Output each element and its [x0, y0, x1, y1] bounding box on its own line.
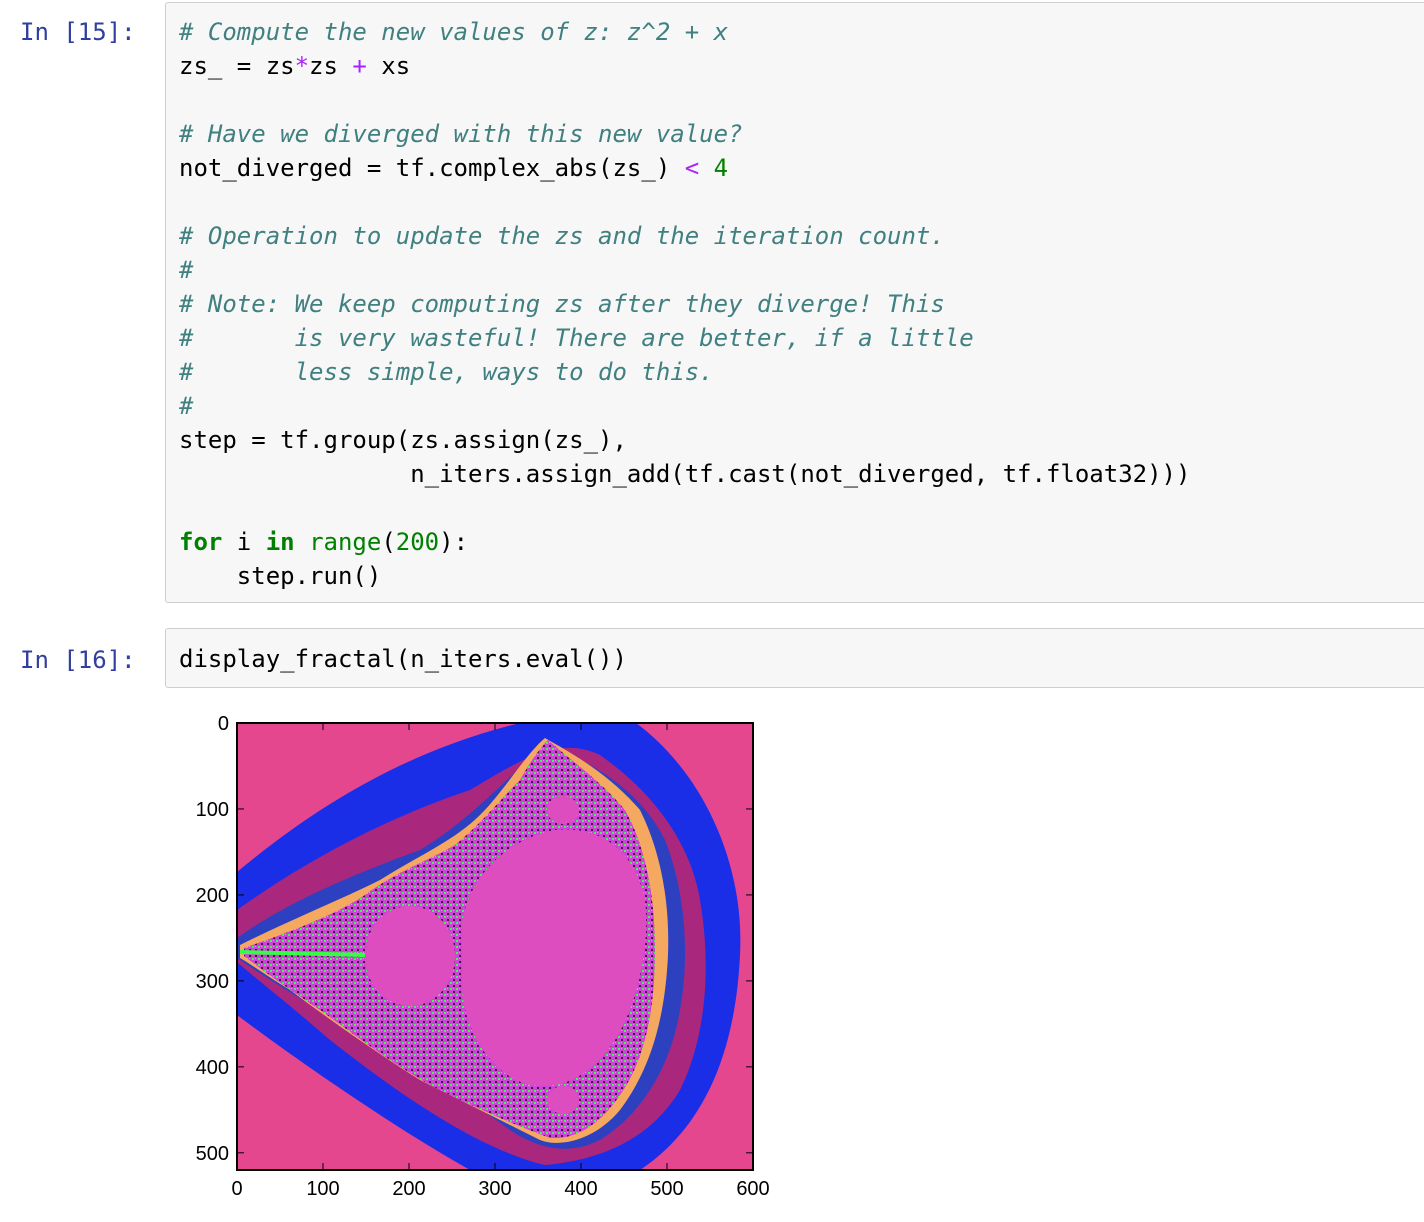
code-line: zs_ = zs*zs + xs — [179, 49, 1190, 83]
x-tick-label: 100 — [306, 1178, 339, 1200]
code-line: n_iters.assign_add(tf.cast(not_diverged,… — [179, 457, 1190, 491]
fractal-image — [237, 723, 753, 1170]
y-tick-label: 400 — [196, 1057, 229, 1079]
code-token: ( — [381, 528, 396, 556]
input-prompt: In [16]: — [20, 646, 136, 674]
fractal-plot: 0 100 200 300 400 500 600 0 100 200 300 400 500 — [196, 713, 770, 1200]
code-token: # Note: We keep computing zs after they … — [179, 290, 945, 318]
code-token: for — [179, 528, 223, 556]
code-token: display_fractal(n_iters.eval()) — [179, 645, 627, 673]
code-token: zs_ = zs — [179, 52, 295, 80]
x-tick-label: 200 — [392, 1178, 425, 1200]
code-token: 200 — [395, 528, 440, 556]
x-tick-label: 400 — [564, 1178, 597, 1200]
code-token: # — [179, 392, 194, 420]
code-line: # — [179, 389, 1190, 423]
code-line: for i in range(200): — [179, 525, 1190, 559]
code-line: step = tf.group(zs.assign(zs_), — [179, 423, 1190, 457]
code-token: zs — [309, 52, 353, 80]
code-token: n_iters.assign_add(tf.cast(not_diverged,… — [179, 460, 1191, 488]
code-token: + — [352, 52, 367, 80]
code-line: # Compute the new values of z: z^2 + x — [179, 15, 1190, 49]
code-editor[interactable]: display_fractal(n_iters.eval()) — [165, 628, 1424, 688]
y-tick-label: 300 — [196, 971, 229, 993]
code-line: # Note: We keep computing zs after they … — [179, 287, 1190, 321]
y-tick-label: 0 — [218, 713, 229, 735]
y-tick-label: 500 — [196, 1143, 229, 1165]
code-token: < — [684, 154, 700, 182]
code-line: display_fractal(n_iters.eval()) — [179, 642, 627, 676]
mandelbrot-bulb-bottom — [547, 1086, 579, 1114]
y-tick-label: 200 — [196, 885, 229, 907]
code-token: i — [222, 528, 266, 556]
code-line: # Have we diverged with this new value? — [179, 117, 1190, 151]
code-text: display_fractal(n_iters.eval()) — [179, 642, 627, 676]
code-line: # — [179, 253, 1190, 287]
code-line: step.run() — [179, 559, 1190, 593]
code-token: not_diverged = tf.complex_abs(zs_) — [179, 154, 685, 182]
code-token: # Have we diverged with this new value? — [179, 120, 743, 148]
code-editor[interactable]: # Compute the new values of z: z^2 + x zs… — [165, 2, 1424, 603]
code-line: # is very wasteful! There are better, if… — [179, 321, 1190, 355]
code-token: # — [179, 256, 194, 284]
x-tick-label: 600 — [736, 1178, 769, 1200]
mandelbrot-bulb-top — [547, 796, 579, 824]
code-token: # less simple, ways to do this. — [179, 358, 714, 386]
code-line: # Operation to update the zs and the ite… — [179, 219, 1190, 253]
code-token: in — [265, 528, 295, 556]
code-token: * — [294, 52, 310, 80]
code-token: ): — [439, 528, 469, 556]
code-token: 4 — [713, 154, 729, 182]
code-token: # Operation to update the zs and the ite… — [179, 222, 945, 250]
code-line: # less simple, ways to do this. — [179, 355, 1190, 389]
x-tick-label: 500 — [650, 1178, 683, 1200]
x-tick-label: 0 — [231, 1178, 242, 1200]
code-text: # Compute the new values of z: z^2 + x zs… — [179, 15, 1190, 593]
code-token: step = tf.group(zs.assign(zs_), — [179, 426, 627, 454]
code-token: xs — [366, 52, 411, 80]
x-tick-label: 300 — [478, 1178, 511, 1200]
code-cell-16[interactable]: In [16]: display_fractal(n_iters.eval()) — [0, 628, 1424, 690]
input-prompt: In [15]: — [20, 18, 136, 46]
code-token: range — [309, 528, 382, 556]
mandelbrot-bulb — [365, 906, 455, 1006]
y-tick-label: 100 — [196, 799, 229, 821]
output-area: 0 100 200 300 400 500 600 0 100 200 300 400 500 — [0, 700, 800, 1210]
code-token: step.run() — [179, 562, 382, 590]
code-token: # is very wasteful! There are better, if… — [179, 324, 974, 352]
code-cell-15[interactable]: In [15]: # Compute the new values of z: … — [0, 0, 1424, 610]
code-token: # Compute the new values of z: z^2 + x — [179, 18, 729, 46]
code-line: not_diverged = tf.complex_abs(zs_) < 4 — [179, 151, 1190, 185]
